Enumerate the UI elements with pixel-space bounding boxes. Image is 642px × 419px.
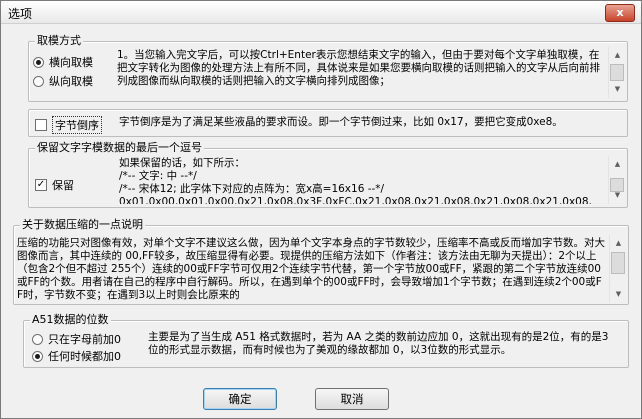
compression-group: 关于数据压缩的一点说明 压缩的功能只对图像有效，对单个文字不建议这么做，因为单个… bbox=[13, 218, 629, 305]
byte-reverse-label: 字节倒序 bbox=[52, 116, 102, 134]
dialog-title: 选项 bbox=[8, 7, 33, 21]
title-bar[interactable]: 选项 x bbox=[1, 1, 641, 24]
compression-text: 压缩的功能只对图像有效，对单个文字不建议这么做，因为单个文字本身点的字节数较少，… bbox=[17, 237, 605, 301]
radio-indicator bbox=[32, 350, 43, 362]
byte-reverse-group: 字节倒序 字节倒序是为了满足某些液晶的要求而设。即一个字节倒过来，比如 0x17… bbox=[28, 109, 628, 137]
sample-line-4: 0x01,0x00,0x01,0x00,0x21,0x08,0x3F,0xFC,… bbox=[119, 196, 592, 205]
compression-scrollbar[interactable]: ▲ ▼ bbox=[609, 235, 627, 303]
radio-always[interactable]: 任何时候都加0 bbox=[32, 348, 121, 364]
checkbox-box: ✓ bbox=[35, 179, 47, 191]
keep-comma-group: 保留文字字模数据的最后一个逗号 ✓ 保留 如果保留的话，如下所示： /*-- 文… bbox=[28, 141, 628, 208]
radio-vertical-mode[interactable]: 纵向取模 bbox=[33, 73, 93, 89]
scroll-up-icon[interactable]: ▲ bbox=[609, 47, 626, 64]
checkbox-box bbox=[35, 119, 47, 131]
byte-reverse-description: 字节倒序是为了满足某些液晶的要求而设。即一个字节倒过来，比如 0x17，要把它变… bbox=[119, 116, 563, 128]
scroll-thumb[interactable] bbox=[611, 252, 625, 274]
scroll-thumb[interactable] bbox=[610, 64, 624, 81]
close-icon: x bbox=[616, 6, 624, 19]
scroll-down-icon[interactable]: ▼ bbox=[609, 187, 626, 204]
a51-legend: A51数据的位数 bbox=[30, 313, 111, 327]
radio-indicator bbox=[33, 56, 44, 68]
radio-indicator bbox=[32, 333, 43, 345]
sample-scrollbar[interactable]: ▲ ▼ bbox=[608, 156, 626, 204]
mode-group: 取模方式 横向取模 纵向取模 1。当您输入完文字后，可以按Ctrl+Enter表… bbox=[28, 34, 628, 102]
mode-description-box[interactable]: 1。当您输入完文字后，可以按Ctrl+Enter表示您想结束文字的输入，但由于要… bbox=[113, 46, 627, 99]
keep-comma-checkbox[interactable]: ✓ 保留 bbox=[35, 177, 74, 193]
scroll-down-icon[interactable]: ▼ bbox=[610, 286, 627, 303]
sample-line-3: /*-- 宋体12; 此字体下对应的点阵为：宽x高=16x16 --*/ bbox=[119, 183, 385, 195]
sample-line: 如果保留的话，如下所示： /*-- 文字: 中 --*/ /*-- 宋体12; … bbox=[119, 157, 606, 205]
sample-line-2: /*-- 文字: 中 --*/ bbox=[119, 170, 197, 182]
scroll-up-icon[interactable]: ▲ bbox=[610, 235, 627, 252]
scroll-up-icon[interactable]: ▲ bbox=[609, 156, 626, 173]
radio-horizontal-label: 横向取模 bbox=[49, 56, 93, 69]
mode-group-legend: 取模方式 bbox=[35, 34, 83, 48]
compression-legend: 关于数据压缩的一点说明 bbox=[20, 218, 145, 232]
keep-comma-legend: 保留文字字模数据的最后一个逗号 bbox=[35, 141, 204, 155]
a51-group: A51数据的位数 只在字母前加0 任何时候都加0 主要是为了当生成 A51 格式… bbox=[23, 313, 629, 368]
sample-line-1: 如果保留的话，如下所示： bbox=[119, 157, 245, 169]
ok-button[interactable]: 确定 bbox=[203, 388, 277, 410]
scroll-down-icon[interactable]: ▼ bbox=[609, 81, 626, 98]
keep-comma-sample-box[interactable]: 如果保留的话，如下所示： /*-- 文字: 中 --*/ /*-- 宋体12; … bbox=[115, 155, 627, 205]
mode-scrollbar[interactable]: ▲ ▼ bbox=[608, 47, 626, 98]
options-dialog: 选项 x 取模方式 横向取模 纵向取模 1。当您输入完文字后，可以按Ctrl+E… bbox=[0, 0, 642, 419]
a51-description: 主要是为了当生成 A51 格式数据时，若为 AA 之类的数前边应加 0，这就出现… bbox=[148, 331, 609, 356]
close-button[interactable]: x bbox=[605, 4, 635, 22]
radio-always-label: 任何时候都加0 bbox=[48, 350, 121, 363]
radio-horizontal-mode[interactable]: 横向取模 bbox=[33, 54, 93, 70]
radio-indicator bbox=[33, 75, 44, 87]
radio-vertical-label: 纵向取模 bbox=[49, 75, 93, 88]
radio-letters-only[interactable]: 只在字母前加0 bbox=[32, 331, 121, 347]
compression-text-box[interactable]: 压缩的功能只对图像有效，对单个文字不建议这么做，因为单个文字本身点的字节数较少，… bbox=[15, 234, 628, 304]
keep-comma-label: 保留 bbox=[52, 179, 74, 192]
radio-letters-only-label: 只在字母前加0 bbox=[48, 333, 121, 346]
byte-reverse-checkbox[interactable]: 字节倒序 bbox=[35, 116, 102, 134]
cancel-button[interactable]: 取消 bbox=[315, 388, 389, 410]
mode-description: 1。当您输入完文字后，可以按Ctrl+Enter表示您想结束文字的输入，但由于要… bbox=[117, 49, 600, 87]
